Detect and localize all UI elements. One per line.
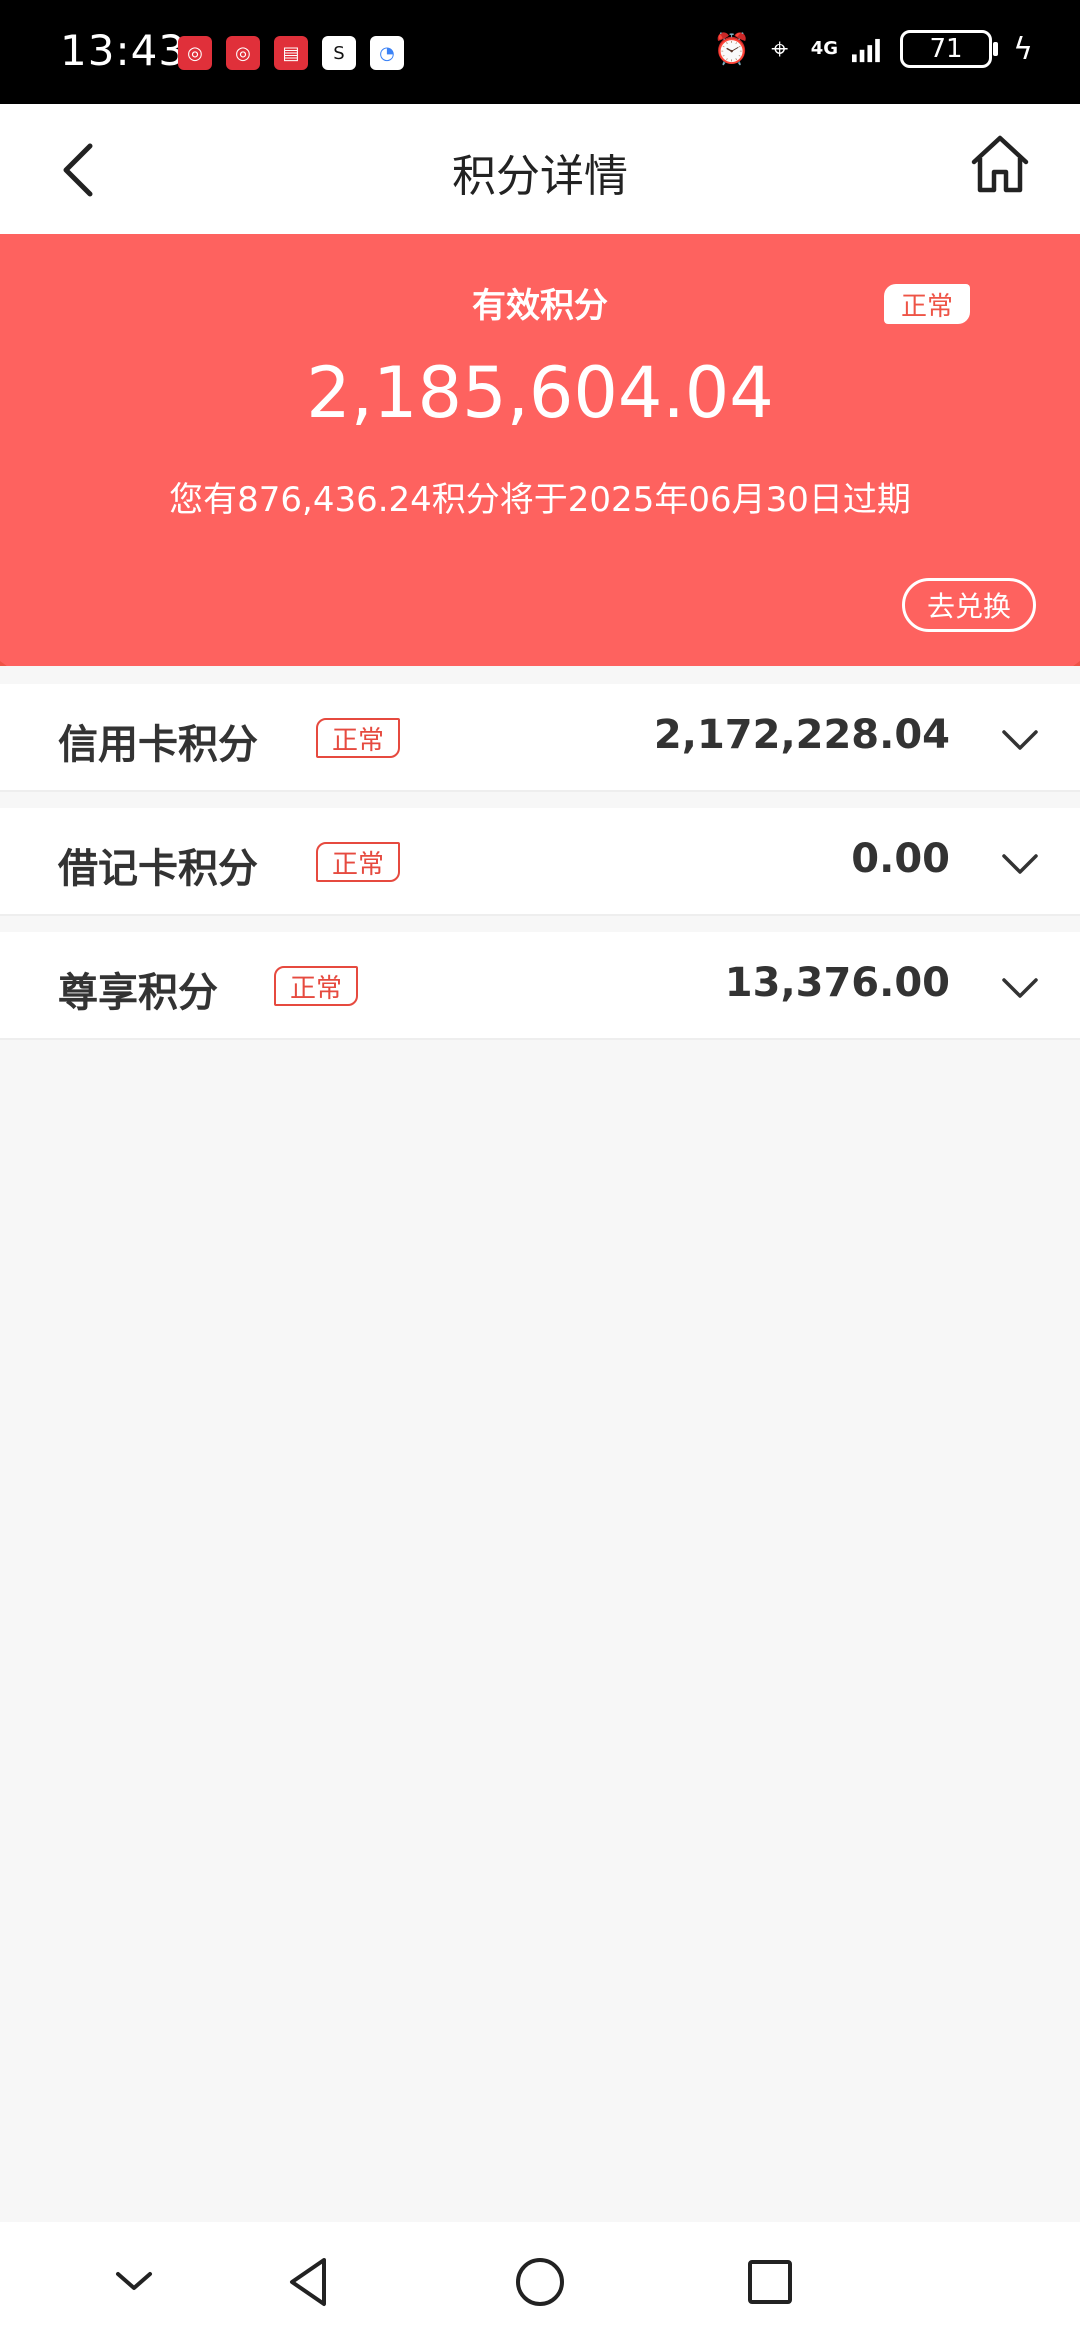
chevron-down-icon[interactable]: [1000, 844, 1040, 884]
chevron-down-icon[interactable]: [1000, 968, 1040, 1008]
network-type: 4G: [810, 38, 838, 59]
points-row-premium[interactable]: 尊享积分 正常 13,376.00: [0, 932, 1080, 1040]
battery-level: 71: [929, 34, 963, 64]
boc-life-icon: ◎: [226, 36, 260, 70]
bank-of-china-icon: ◎: [178, 36, 212, 70]
system-navigation-bar: [0, 2222, 1080, 2340]
status-badge: 正常: [316, 718, 401, 758]
points-row-credit-card[interactable]: 信用卡积分 正常 2,172,228.04: [0, 684, 1080, 792]
points-value: 2,172,228.04: [653, 712, 950, 758]
search-app-icon: ◔: [370, 36, 404, 70]
location-icon: ⌖: [771, 31, 789, 67]
points-summary-banner: 有效积分 正常 2,185,604.04 您有876,436.24积分将于202…: [0, 234, 1080, 666]
status-badge: 正常: [884, 284, 970, 324]
status-app-icons: ◎ ◎ ▤ S ◔: [178, 36, 404, 70]
points-row-debit-card[interactable]: 借记卡积分 正常 0.00: [0, 808, 1080, 916]
points-type-name: 借记卡积分: [58, 846, 258, 892]
nav-home-icon[interactable]: [510, 2252, 570, 2312]
alarm-icon: ⏰: [713, 31, 751, 67]
nav-back-icon[interactable]: [280, 2252, 340, 2312]
points-type-name: 尊享积分: [58, 970, 218, 1016]
points-value: 0.00: [851, 836, 950, 882]
expiry-note: 您有876,436.24积分将于2025年06月30日过期: [169, 480, 911, 520]
status-badge: 正常: [316, 842, 401, 882]
chevron-down-icon[interactable]: [1000, 720, 1040, 760]
nav-recents-icon[interactable]: [740, 2252, 800, 2312]
redeem-button[interactable]: 去兑换: [902, 578, 1036, 632]
hide-keyboard-chevron-icon[interactable]: [104, 2252, 164, 2312]
total-points-value: 2,185,604.04: [306, 352, 774, 434]
points-type-name: 信用卡积分: [58, 722, 258, 768]
charging-icon: ϟ: [1013, 31, 1033, 67]
status-time: 13:43: [60, 26, 187, 75]
signal-icon: [852, 32, 886, 66]
home-icon[interactable]: [968, 132, 1032, 196]
sf-express-icon: S: [322, 36, 356, 70]
top-app-bar: 积分详情: [0, 104, 1080, 234]
battery-indicator: 71: [900, 30, 998, 68]
status-badge: 正常: [274, 966, 359, 1006]
status-indicators: ⏰ ⌖ 4G 71 ϟ: [713, 30, 1040, 68]
yunshanfu-icon: ▤: [274, 36, 308, 70]
status-bar: 13:43 ◎ ◎ ▤ S ◔ ⏰ ⌖ 4G 71 ϟ: [0, 0, 1080, 104]
page-title: 积分详情: [452, 151, 628, 202]
points-value: 13,376.00: [724, 960, 950, 1006]
